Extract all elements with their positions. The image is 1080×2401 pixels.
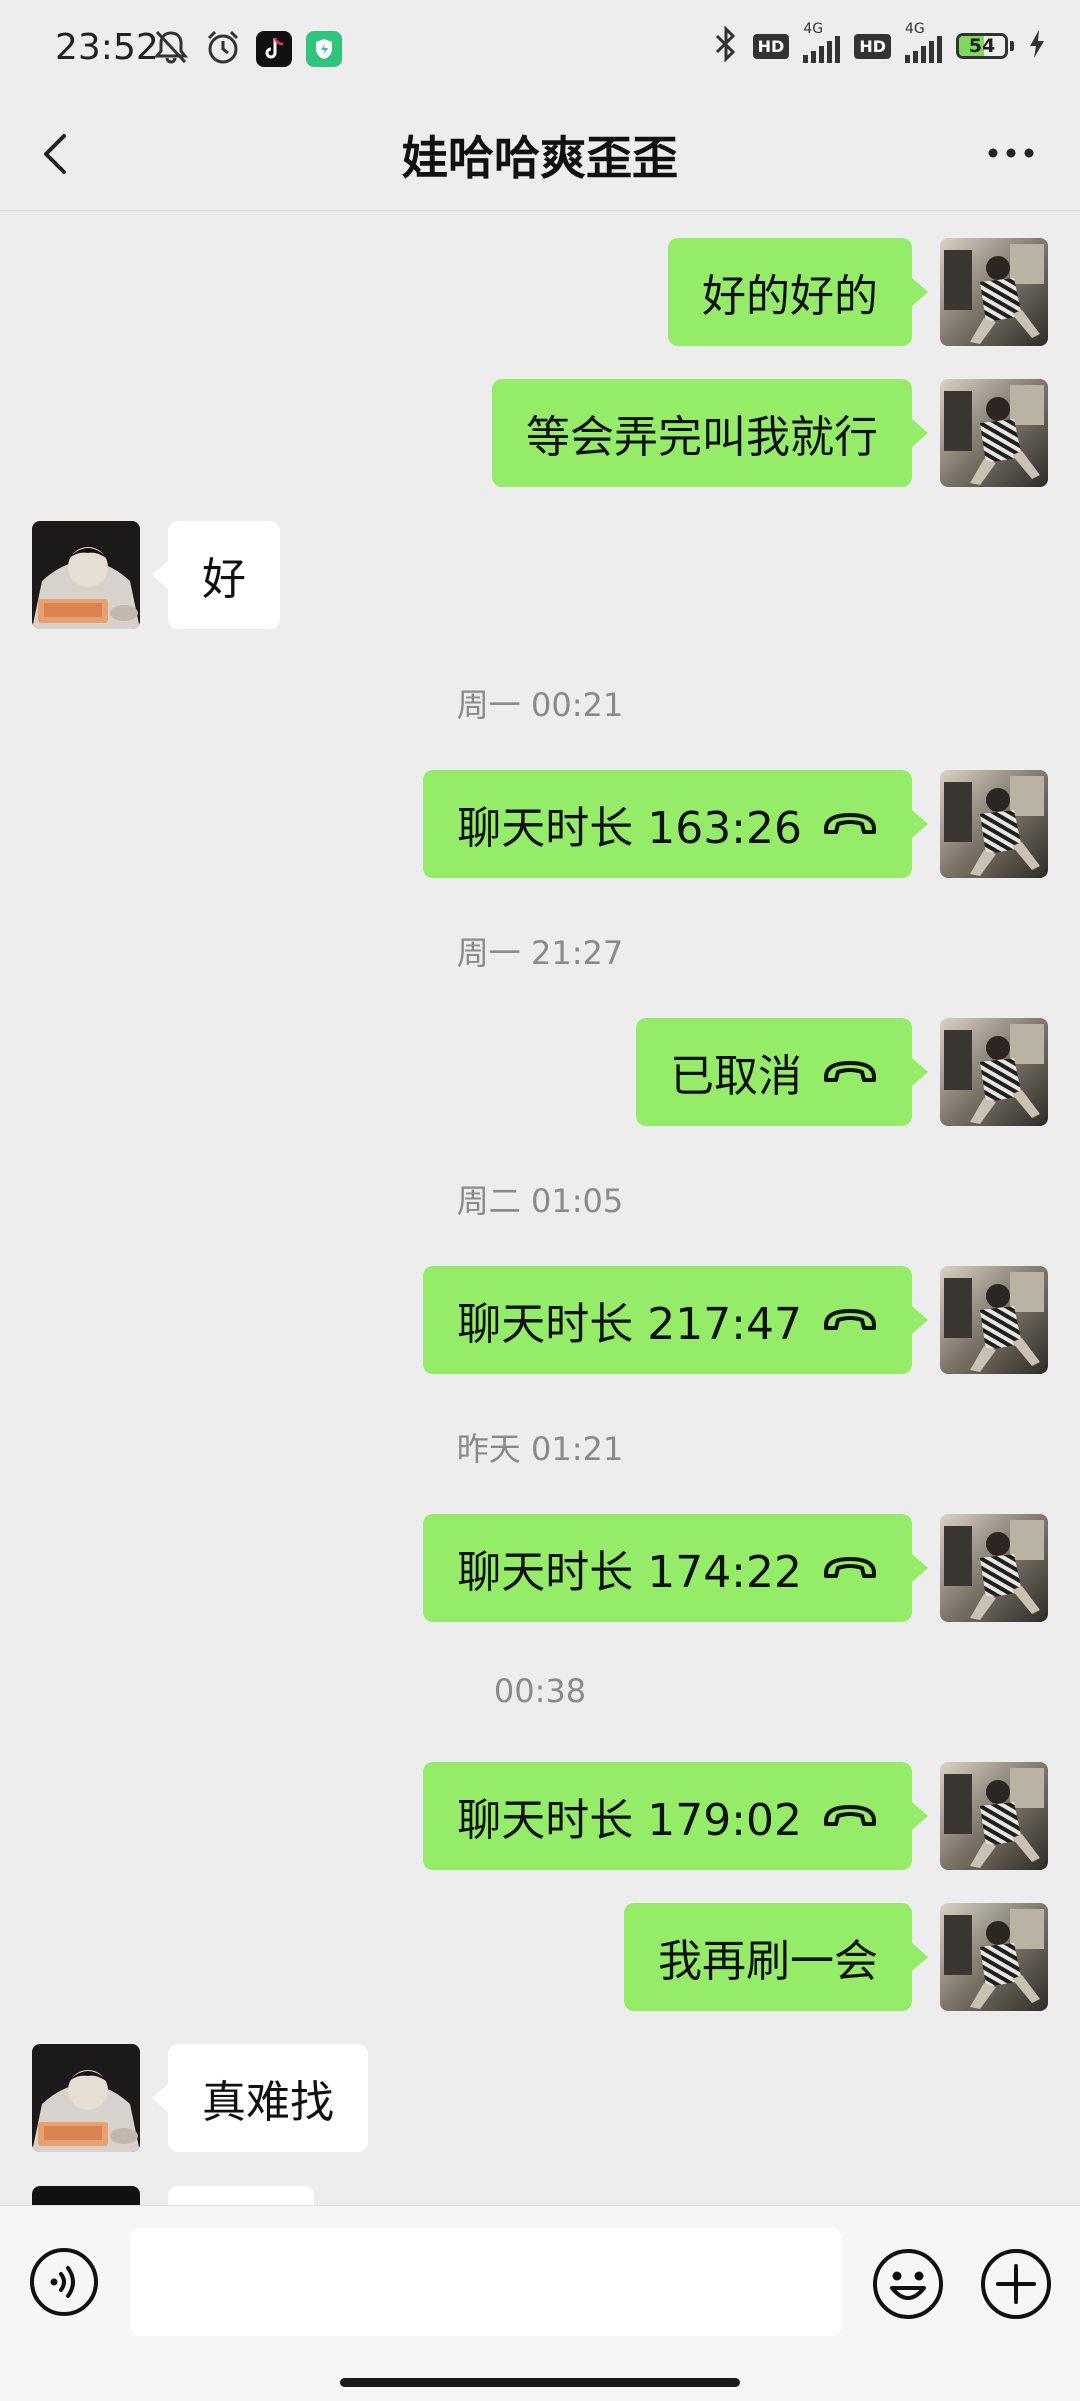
security-app-icon (306, 31, 342, 67)
charging-icon (1028, 29, 1046, 63)
avatar[interactable] (32, 2044, 140, 2152)
plus-button[interactable] (978, 2246, 1054, 2322)
message-text: 好的好的 (702, 271, 878, 322)
avatar[interactable] (940, 1266, 1048, 1374)
voice-button[interactable] (28, 2246, 100, 2318)
message-text: 真难找 (202, 2077, 334, 2128)
more-icon (976, 148, 1046, 182)
message-text: 好 (202, 554, 246, 605)
message-text: 聊天时长 163:26 (457, 803, 802, 854)
signal-icon: 4G (803, 21, 841, 63)
message-row: 我再刷一会 (0, 1903, 1080, 2011)
avatar[interactable] (940, 1018, 1048, 1126)
signal-icon: 4G (905, 21, 942, 63)
message-timestamp: 00:38 (493, 1672, 587, 1710)
chat-title: 娃哈哈爽歪歪 (402, 131, 678, 185)
network-type-label: 4G (803, 21, 824, 37)
message-text: 已取消 (670, 1051, 802, 1102)
hd-icon: HD (854, 33, 891, 59)
mute-bell-icon (152, 28, 190, 70)
message-timestamp: 周一 21:27 (456, 934, 624, 972)
message-row: 好 (0, 521, 1080, 629)
message-row: 聊天时长 174:22 (0, 1514, 1080, 1622)
message-bubble[interactable]: 等会弄完叫我就行 (492, 379, 928, 487)
tiktok-app-icon (256, 31, 292, 67)
message-text: 我再刷一会 (658, 1936, 878, 1987)
message-timestamp: 昨天 01:21 (456, 1430, 624, 1468)
message-row: 聊天时长 217:47 (0, 1266, 1080, 1374)
message-bubble[interactable]: 我再刷一会 (624, 1903, 928, 2011)
chat-message-list[interactable]: 好的好的 等会弄完叫我就行 好 周一 00:21 聊天时长 163:26 周一 … (0, 210, 1080, 2220)
avatar[interactable] (940, 1903, 1048, 2011)
avatar[interactable] (940, 379, 1048, 487)
call-record-bubble[interactable]: 已取消 (636, 1018, 928, 1126)
message-row: 已取消 (0, 1018, 1080, 1126)
avatar[interactable] (940, 1514, 1048, 1622)
call-record-bubble[interactable]: 聊天时长 179:02 (423, 1762, 928, 1870)
status-bar: 23:52 HD 4G HD 4G 54 (0, 0, 1080, 100)
message-bubble[interactable]: 好的好的 (668, 238, 928, 346)
message-row: 等会弄完叫我就行 (0, 379, 1080, 487)
network-type-label: 4G (905, 21, 925, 37)
message-timestamp: 周二 01:05 (456, 1182, 624, 1220)
message-input[interactable] (130, 2228, 842, 2336)
battery-level: 54 (968, 35, 996, 57)
voice-icon (28, 2248, 100, 2322)
message-text: 聊天时长 217:47 (457, 1299, 802, 1350)
more-button[interactable] (976, 128, 1046, 178)
call-record-bubble[interactable]: 聊天时长 217:47 (423, 1266, 928, 1374)
avatar[interactable] (940, 770, 1048, 878)
message-text: 等会弄完叫我就行 (526, 412, 878, 463)
message-text: 聊天时长 174:22 (457, 1547, 802, 1598)
chat-input-bar (0, 2205, 1080, 2401)
message-bubble[interactable]: 好 (152, 521, 280, 629)
hangup-phone-icon (822, 1047, 878, 1098)
hangup-phone-icon (822, 1791, 878, 1842)
chat-header: 娃哈哈爽歪歪 (0, 100, 1080, 211)
message-row: 好的好的 (0, 238, 1080, 346)
emoji-button[interactable] (870, 2246, 946, 2322)
emoji-icon (870, 2249, 946, 2326)
avatar[interactable] (940, 238, 1048, 346)
message-row: 聊天时长 163:26 (0, 770, 1080, 878)
message-row: 真难找 (0, 2044, 1080, 2152)
message-timestamp: 周一 00:21 (456, 686, 624, 724)
call-record-bubble[interactable]: 聊天时长 163:26 (423, 770, 928, 878)
message-bubble[interactable]: 真难找 (152, 2044, 368, 2152)
avatar[interactable] (32, 521, 140, 629)
message-row: 聊天时长 179:02 (0, 1762, 1080, 1870)
hangup-phone-icon (822, 1295, 878, 1346)
plus-icon (978, 2249, 1054, 2326)
status-time: 23:52 (55, 27, 159, 68)
message-text: 聊天时长 179:02 (457, 1795, 802, 1846)
bluetooth-icon (713, 25, 739, 66)
hd-icon: HD (752, 33, 790, 59)
battery-icon: 54 (956, 33, 1014, 59)
home-indicator[interactable] (340, 2378, 740, 2387)
call-record-bubble[interactable]: 聊天时长 174:22 (423, 1514, 928, 1622)
alarm-icon (204, 28, 242, 70)
avatar[interactable] (940, 1762, 1048, 1870)
hangup-phone-icon (822, 1543, 878, 1594)
hangup-phone-icon (822, 799, 878, 850)
